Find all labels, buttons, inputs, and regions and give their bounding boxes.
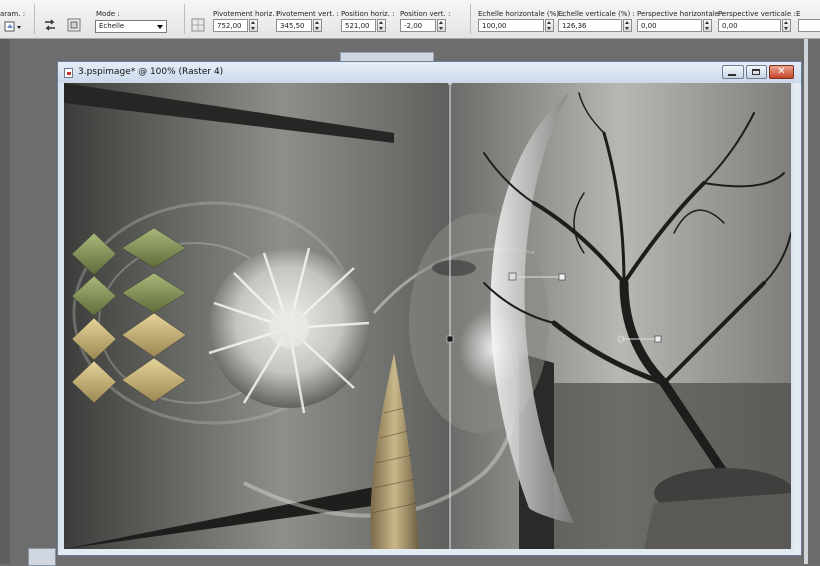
truncated-field[interactable] — [798, 19, 820, 32]
minimize-button[interactable] — [722, 65, 744, 79]
document-title: 3.pspimage* @ 100% (Raster 4) — [78, 67, 224, 77]
chevron-down-icon — [157, 25, 163, 29]
toolbar-separator — [470, 4, 471, 34]
minimize-icon — [728, 74, 736, 76]
perspective-h-input[interactable]: 0,00 — [637, 19, 702, 32]
document-titlebar[interactable]: 3.pspimage* @ 100% (Raster 4) ✕ — [58, 62, 801, 83]
presets-label: aram. : — [0, 10, 26, 18]
pivot-v-spinner[interactable] — [313, 19, 322, 32]
reset-button[interactable] — [42, 17, 58, 33]
position-v-input[interactable]: -2,00 — [400, 19, 436, 32]
perspective-h-label: Perspective horizontale : — [637, 10, 724, 18]
mode-label: Mode : — [96, 10, 120, 18]
horizontal-scrollbar[interactable] — [58, 549, 801, 555]
toolbar-separator — [184, 4, 185, 34]
reset-icon — [45, 19, 55, 31]
position-h-input[interactable]: 521,00 — [341, 19, 376, 32]
mode-value: Echelle — [99, 22, 125, 30]
position-v-spinner[interactable] — [437, 19, 446, 32]
close-button[interactable]: ✕ — [769, 65, 794, 79]
scale-v-spinner[interactable] — [623, 19, 632, 32]
scale-v-label: Echelle verticale (%) : — [558, 10, 635, 18]
pivot-h-label: Pivotement horiz. : — [213, 10, 280, 18]
perspective-v-spinner[interactable] — [782, 19, 791, 32]
artwork — [64, 83, 791, 549]
position-v-label: Position vert. : — [400, 10, 451, 18]
perspective-h-spinner[interactable] — [703, 19, 712, 32]
truncated-label: E — [796, 10, 801, 18]
panel-strip — [804, 39, 808, 564]
scale-h-label: Echelle horizontale (%) : — [478, 10, 564, 18]
presets-icon — [4, 21, 21, 32]
position-h-spinner[interactable] — [377, 19, 386, 32]
perspective-v-label: Perspective verticale : — [718, 10, 796, 18]
document-window[interactable]: 3.pspimage* @ 100% (Raster 4) ✕ — [57, 61, 802, 556]
deform-icon — [67, 18, 81, 32]
pivot-v-input[interactable]: 345,50 — [276, 19, 312, 32]
scale-h-input[interactable]: 100,00 — [478, 19, 544, 32]
grid-button[interactable] — [190, 17, 206, 33]
presets-dropdown[interactable] — [4, 19, 24, 35]
position-h-label: Position horiz. : — [341, 10, 395, 18]
vertical-scrollbar[interactable] — [793, 83, 801, 549]
transform-button[interactable] — [66, 17, 82, 33]
maximize-icon — [752, 69, 760, 75]
perspective-v-input[interactable]: 0,00 — [718, 19, 781, 32]
document-icon — [64, 68, 73, 78]
right-panel-edge — [802, 39, 820, 564]
tool-options-toolbar: aram. : Mode : Echelle Pivotement horiz.… — [0, 0, 820, 39]
mode-select[interactable]: Echelle — [95, 20, 167, 33]
scale-v-input[interactable]: 126,36 — [558, 19, 622, 32]
maximize-button[interactable] — [746, 65, 767, 79]
pivot-v-label: Pivotement vert. : — [276, 10, 339, 18]
pivot-h-spinner[interactable] — [249, 19, 258, 32]
scale-h-spinner[interactable] — [545, 19, 554, 32]
left-panel-edge — [0, 39, 10, 564]
toolbar-separator — [34, 4, 35, 34]
image-canvas[interactable] — [64, 83, 791, 549]
minimized-window-stub[interactable] — [28, 548, 56, 566]
grid-icon — [191, 18, 205, 32]
close-icon: ✕ — [777, 66, 786, 77]
pivot-h-input[interactable]: 752,00 — [213, 19, 248, 32]
